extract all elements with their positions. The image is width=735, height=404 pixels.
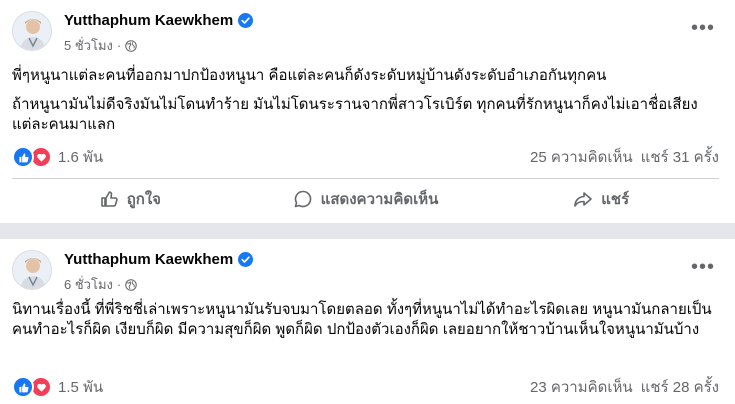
more-icon: ••• — [690, 255, 715, 278]
post-text: นิทานเรื่องนี้ ที่พี่ริชชี่เล่าเพราะหนูน… — [12, 300, 719, 340]
globe-icon — [125, 39, 137, 52]
reaction-count: 1.5 พัน — [58, 379, 104, 396]
post-stats: 1.6 พัน 25 ความคิดเห็น แชร์ 31 ครั้ง — [12, 146, 719, 168]
reactions-summary[interactable]: 1.5 พัน — [12, 375, 103, 399]
thumb-up-icon — [100, 191, 118, 207]
verified-badge-icon — [238, 13, 254, 28]
author-avatar[interactable] — [12, 11, 52, 51]
post-card: Yutthaphum Kaewkhem 5 ชั่วโมง · ••• พี่ๆ… — [0, 0, 735, 223]
comments-count[interactable]: 23 ความคิดเห็น — [530, 375, 633, 399]
like-reaction-icon — [12, 376, 34, 398]
author-name[interactable]: Yutthaphum Kaewkhem — [64, 12, 233, 29]
post-timestamp[interactable]: 5 ชั่วโมง — [64, 35, 113, 56]
like-reaction-icon — [12, 146, 34, 168]
post-stats: 1.5 พัน 23 ความคิดเห็น แชร์ 28 ครั้ง — [12, 376, 719, 398]
share-button[interactable]: แชร์ — [483, 179, 719, 219]
author-name[interactable]: Yutthaphum Kaewkhem — [64, 251, 233, 268]
reactions-summary[interactable]: 1.6 พัน — [12, 145, 103, 169]
author-avatar[interactable] — [12, 250, 52, 290]
post-paragraph: ถ้าหนูนามันไม่ดีจริงมันไม่โดนทำร้าย มันไ… — [12, 96, 698, 133]
more-options-button[interactable]: ••• — [687, 251, 719, 283]
more-options-button[interactable]: ••• — [687, 12, 719, 44]
shares-count[interactable]: แชร์ 31 ครั้ง — [641, 145, 719, 169]
comments-count[interactable]: 25 ความคิดเห็น — [530, 145, 633, 169]
more-icon: ••• — [690, 16, 715, 39]
share-icon — [574, 192, 593, 207]
share-label: แชร์ — [601, 191, 630, 208]
post-paragraph: พี่ๆหนูนาแต่ละคนที่ออกมาปกป้องหนูนา คือแ… — [12, 67, 607, 84]
post-timestamp[interactable]: 6 ชั่วโมง — [64, 274, 113, 295]
post-actions: ถูกใจ แสดงความคิดเห็น แชร์ — [12, 179, 719, 219]
like-button[interactable]: ถูกใจ — [12, 179, 248, 219]
reaction-count: 1.6 พัน — [58, 149, 104, 166]
comment-label: แสดงความคิดเห็น — [320, 191, 439, 208]
globe-icon — [125, 278, 137, 291]
comment-icon — [294, 190, 311, 208]
verified-badge-icon — [238, 252, 254, 267]
shares-count[interactable]: แชร์ 28 ครั้ง — [641, 375, 719, 399]
comment-button[interactable]: แสดงความคิดเห็น — [248, 179, 484, 219]
post-text: พี่ๆหนูนาแต่ละคนที่ออกมาปกป้องหนูนา คือแ… — [12, 66, 719, 135]
like-label: ถูกใจ — [126, 191, 161, 208]
post-card: Yutthaphum Kaewkhem 6 ชั่วโมง · ••• นิทา… — [0, 239, 735, 404]
post-paragraph: นิทานเรื่องนี้ ที่พี่ริชชี่เล่าเพราะหนูน… — [12, 301, 712, 338]
